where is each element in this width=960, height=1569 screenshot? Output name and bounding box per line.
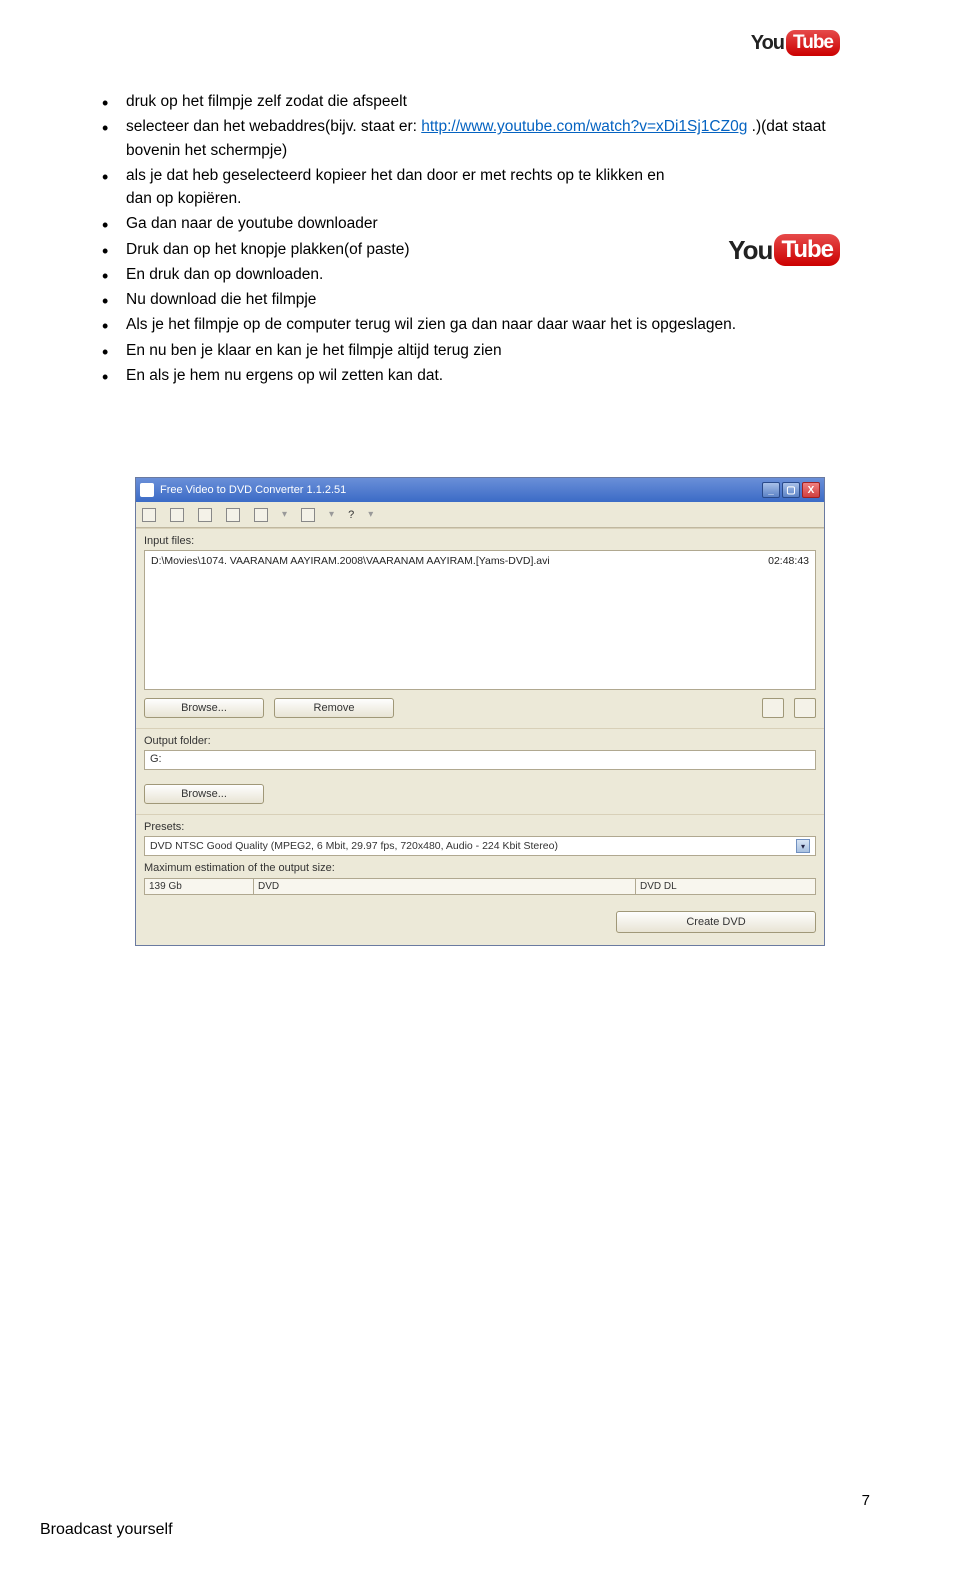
- settings-icon[interactable]: [254, 508, 268, 522]
- app-window: Free Video to DVD Converter 1.1.2.51 _ ▢…: [135, 477, 825, 946]
- list-item: En druk dan op downloaden.: [126, 263, 870, 286]
- max-estimation-label: Maximum estimation of the output size:: [144, 862, 816, 874]
- toolbar-dropdown-icon[interactable]: ▾: [329, 509, 334, 520]
- close-button[interactable]: X: [802, 482, 820, 498]
- list-item: Ga dan naar de youtube downloader: [126, 212, 870, 235]
- file-name: D:\Movies\1074. VAARANAM AAYIRAM.2008\VA…: [151, 555, 550, 685]
- list-item: En als je hem nu ergens op wil zetten ka…: [126, 364, 870, 387]
- size-estimation-row: 139 Gb DVD DVD DL: [144, 878, 816, 895]
- list-item: selecteer dan het webaddres(bijv. staat …: [126, 115, 870, 162]
- toolbar-dropdown-icon[interactable]: ▾: [282, 509, 287, 520]
- browse-output-button[interactable]: Browse...: [144, 784, 264, 804]
- list-item: als je dat heb geselecteerd kopieer het …: [126, 164, 686, 211]
- list-item: druk op het filmpje zelf zodat die afspe…: [126, 90, 870, 113]
- youtube-logo-header: You Tube: [751, 30, 840, 56]
- mail-icon[interactable]: [170, 508, 184, 522]
- preset-value: DVD NTSC Good Quality (MPEG2, 6 Mbit, 29…: [150, 840, 558, 852]
- app-icon: [140, 483, 154, 497]
- home-icon[interactable]: [142, 508, 156, 522]
- toolbar: ▾ ▾ ? ▾: [136, 502, 824, 528]
- maximize-button[interactable]: ▢: [782, 482, 800, 498]
- remove-button[interactable]: Remove: [274, 698, 394, 718]
- page-number: 7: [862, 1492, 870, 1509]
- size-cell-dvddl: DVD DL: [636, 878, 816, 895]
- logo-tube: Tube: [786, 30, 840, 56]
- folder-icon[interactable]: [198, 508, 212, 522]
- chevron-down-icon[interactable]: ▾: [796, 839, 810, 853]
- logo-tube: Tube: [774, 234, 840, 266]
- window-title: Free Video to DVD Converter 1.1.2.51: [160, 484, 762, 496]
- presets-label: Presets:: [144, 821, 816, 833]
- footer-text: Broadcast yourself: [40, 1521, 173, 1539]
- input-files-label: Input files:: [144, 535, 816, 547]
- monitor-icon[interactable]: [301, 508, 315, 522]
- create-dvd-button[interactable]: Create DVD: [616, 911, 816, 933]
- toolbar-dropdown-icon[interactable]: ▾: [368, 509, 373, 520]
- list-item: Nu download die het filmpje: [126, 288, 870, 311]
- size-cell-dvd: DVD: [254, 878, 636, 895]
- logo-you: You: [728, 235, 772, 266]
- input-files-list[interactable]: D:\Movies\1074. VAARANAM AAYIRAM.2008\VA…: [144, 550, 816, 690]
- titlebar[interactable]: Free Video to DVD Converter 1.1.2.51 _ ▢…: [136, 478, 824, 502]
- move-up-button[interactable]: [762, 698, 784, 718]
- size-cell-value: 139 Gb: [144, 878, 254, 895]
- list-item: Als je het filmpje op de computer terug …: [126, 313, 870, 336]
- move-down-button[interactable]: [794, 698, 816, 718]
- file-duration: 02:48:43: [768, 555, 809, 685]
- preset-dropdown[interactable]: DVD NTSC Good Quality (MPEG2, 6 Mbit, 29…: [144, 836, 816, 856]
- output-folder-input[interactable]: G:: [144, 750, 816, 770]
- url-link[interactable]: http://www.youtube.com/watch?v=xDi1Sj1CZ…: [421, 118, 747, 135]
- output-folder-label: Output folder:: [144, 735, 816, 747]
- list-icon[interactable]: [226, 508, 240, 522]
- logo-you: You: [751, 32, 784, 55]
- list-item: En nu ben je klaar en kan je het filmpje…: [126, 339, 870, 362]
- minimize-button[interactable]: _: [762, 482, 780, 498]
- browse-button[interactable]: Browse...: [144, 698, 264, 718]
- help-icon[interactable]: ?: [348, 509, 354, 521]
- youtube-logo-inline: You Tube: [728, 234, 840, 266]
